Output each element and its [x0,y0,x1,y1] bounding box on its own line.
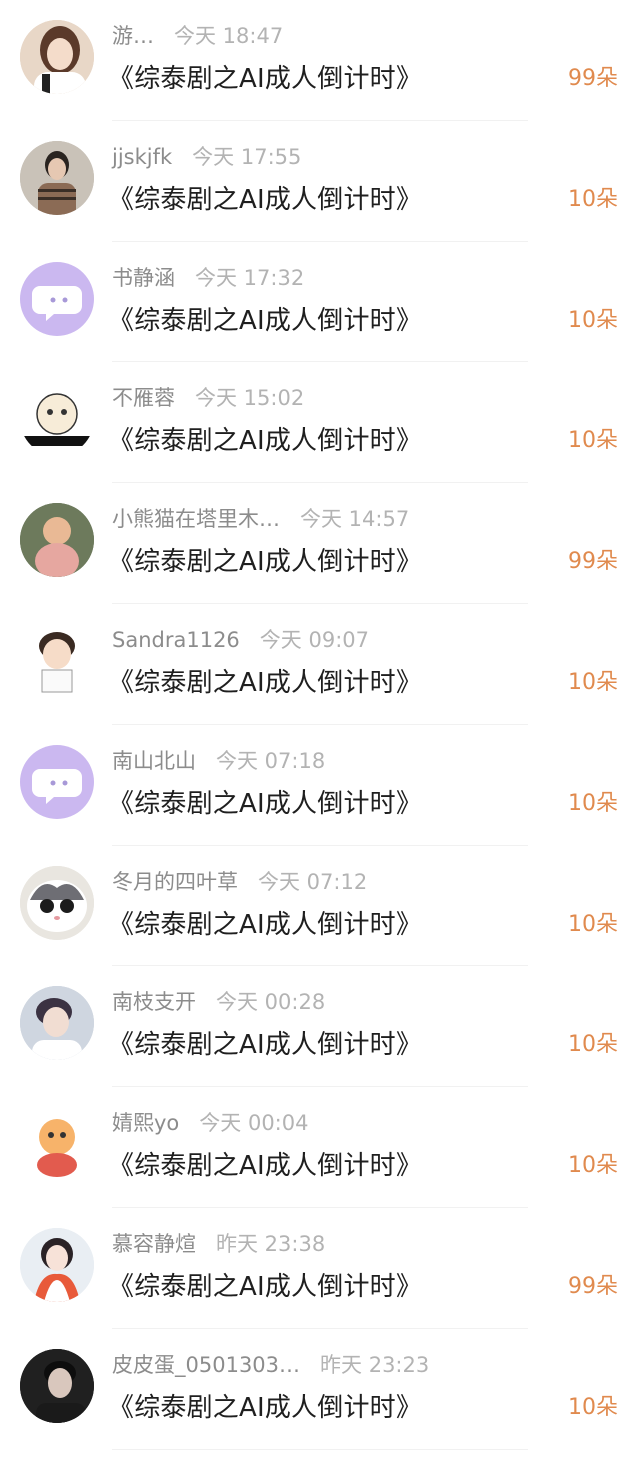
flower-count: 10朵 [568,1032,618,1058]
item-meta: 不雁蓉 今天 15:02 [112,382,304,414]
timestamp: 昨天 23:23 [320,1352,430,1377]
username[interactable]: 婧熙yo [112,1111,179,1135]
list-item[interactable]: 书静涵 今天 17:32 《综泰剧之AI成人倒计时》 10朵 [0,242,640,363]
item-meta: 皮皮蛋_0501303… 昨天 23:23 [112,1349,429,1381]
avatar[interactable] [20,503,94,578]
flower-count: 10朵 [568,307,618,333]
item-meta: 游… 今天 18:47 [112,20,283,52]
timestamp: 今天 07:12 [258,869,368,894]
book-title[interactable]: 《综泰剧之AI成人倒计时》 [108,1026,422,1064]
username[interactable]: 南山北山 [112,749,196,773]
list-item[interactable]: 不雁蓉 今天 15:02 《综泰剧之AI成人倒计时》 10朵 [0,362,640,484]
book-title[interactable]: 《综泰剧之AI成人倒计时》 [108,60,422,98]
item-meta: 婧熙yo 今天 00:04 [112,1107,308,1139]
book-title[interactable]: 《综泰剧之AI成人倒计时》 [108,906,422,944]
timestamp: 今天 00:28 [216,990,326,1015]
item-meta: 南山北山 今天 07:18 [112,745,325,777]
gift-record-list: 游… 今天 18:47 《综泰剧之AI成人倒计时》 99朵 jjskjfk 今天 1… [0,0,640,1450]
cartoon-boy-avatar-image [20,623,94,698]
avatar[interactable] [20,20,94,94]
item-meta: 慕容静煊 昨天 23:38 [112,1228,325,1260]
timestamp: 昨天 23:38 [216,1231,326,1256]
default-chat-avatar-image [20,261,94,336]
username[interactable]: 小熊猫在塔里木… [112,507,280,531]
timestamp: 今天 00:04 [199,1111,309,1136]
list-item[interactable]: 冬月的四叶草 今天 07:12 《综泰剧之AI成人倒计时》 10朵 [0,846,640,967]
flower-count: 10朵 [568,669,618,695]
timestamp: 今天 07:18 [216,748,326,773]
flower-count: 10朵 [568,1153,618,1179]
username[interactable]: 皮皮蛋_0501303… [112,1353,300,1377]
list-item[interactable]: 皮皮蛋_0501303… 昨天 23:23 《综泰剧之AI成人倒计时》 10朵 [0,1329,640,1450]
timestamp: 今天 17:32 [195,265,305,290]
dragon-cartoon-avatar-image [20,1107,94,1182]
item-meta: 冬月的四叶草 今天 07:12 [112,866,367,898]
book-title[interactable]: 《综泰剧之AI成人倒计时》 [108,543,422,581]
cartoon-sticker-avatar-image [20,382,94,457]
list-item[interactable]: 慕容静煊 昨天 23:38 《综泰剧之AI成人倒计时》 99朵 [0,1208,640,1329]
flower-count: 99朵 [568,549,618,575]
book-title[interactable]: 《综泰剧之AI成人倒计时》 [108,422,422,460]
username[interactable]: 书静涵 [112,266,175,290]
list-item[interactable]: 婧熙yo 今天 00:04 《综泰剧之AI成人倒计时》 10朵 [0,1087,640,1208]
timestamp: 今天 14:57 [300,507,410,532]
photo-person-avatar-image [20,140,94,215]
flower-count: 10朵 [568,428,618,454]
divider [112,1448,528,1450]
avatar[interactable] [20,1227,94,1302]
username[interactable]: 南枝支开 [112,990,196,1014]
avatar[interactable] [20,140,94,215]
username[interactable]: 不雁蓉 [112,386,175,410]
book-title[interactable]: 《综泰剧之AI成人倒计时》 [108,785,422,823]
timestamp: 今天 15:02 [195,386,305,411]
timestamp: 今天 17:55 [192,144,302,169]
list-item[interactable]: 小熊猫在塔里木… 今天 14:57 《综泰剧之AI成人倒计时》 99朵 [0,483,640,604]
book-title[interactable]: 《综泰剧之AI成人倒计时》 [108,664,422,702]
book-title[interactable]: 《综泰剧之AI成人倒计时》 [108,1147,422,1185]
item-meta: jjskjfk 今天 17:55 [112,141,301,173]
photo-girl-avatar-image [20,20,94,94]
avatar[interactable] [20,865,94,940]
avatar[interactable] [20,986,94,1061]
flower-count: 99朵 [568,66,618,91]
flower-count: 10朵 [568,911,618,937]
photo-girl-winter-avatar-image [20,1227,94,1302]
flower-count: 99朵 [568,1273,618,1299]
list-item[interactable]: jjskjfk 今天 17:55 《综泰剧之AI成人倒计时》 10朵 [0,121,640,242]
flower-count: 10朵 [568,186,618,212]
item-meta: Sandra1126 今天 09:07 [112,624,369,656]
list-item[interactable]: 南山北山 今天 07:18 《综泰剧之AI成人倒计时》 10朵 [0,725,640,846]
list-item[interactable]: 游… 今天 18:47 《综泰剧之AI成人倒计时》 99朵 [0,0,640,121]
avatar[interactable] [20,744,94,819]
avatar[interactable] [20,1107,94,1182]
username[interactable]: Sandra1126 [112,628,240,652]
item-meta: 南枝支开 今天 00:28 [112,986,325,1018]
flower-count: 10朵 [568,790,618,816]
book-title[interactable]: 《综泰剧之AI成人倒计时》 [108,302,422,340]
photo-man-dark-avatar-image [20,1348,94,1423]
cat-avatar-image [20,865,94,940]
photo-child-avatar-image [20,503,94,578]
item-meta: 小熊猫在塔里木… 今天 14:57 [112,503,409,535]
username[interactable]: jjskjfk [112,145,172,169]
username[interactable]: 游… [112,24,154,48]
book-title[interactable]: 《综泰剧之AI成人倒计时》 [108,1268,422,1306]
book-title[interactable]: 《综泰剧之AI成人倒计时》 [108,181,422,219]
avatar[interactable] [20,261,94,336]
avatar[interactable] [20,382,94,457]
username[interactable]: 冬月的四叶草 [112,870,238,894]
username[interactable]: 慕容静煊 [112,1232,196,1256]
book-title[interactable]: 《综泰剧之AI成人倒计时》 [108,1389,422,1427]
timestamp: 今天 09:07 [259,627,369,652]
flower-count: 10朵 [568,1394,618,1420]
timestamp: 今天 18:47 [174,24,284,48]
avatar[interactable] [20,623,94,698]
item-meta: 书静涵 今天 17:32 [112,262,304,294]
default-chat-avatar-image [20,744,94,819]
list-item[interactable]: 南枝支开 今天 00:28 《综泰剧之AI成人倒计时》 10朵 [0,966,640,1088]
list-item[interactable]: Sandra1126 今天 09:07 《综泰剧之AI成人倒计时》 10朵 [0,604,640,725]
avatar[interactable] [20,1348,94,1423]
photo-man-avatar-image [20,986,94,1061]
